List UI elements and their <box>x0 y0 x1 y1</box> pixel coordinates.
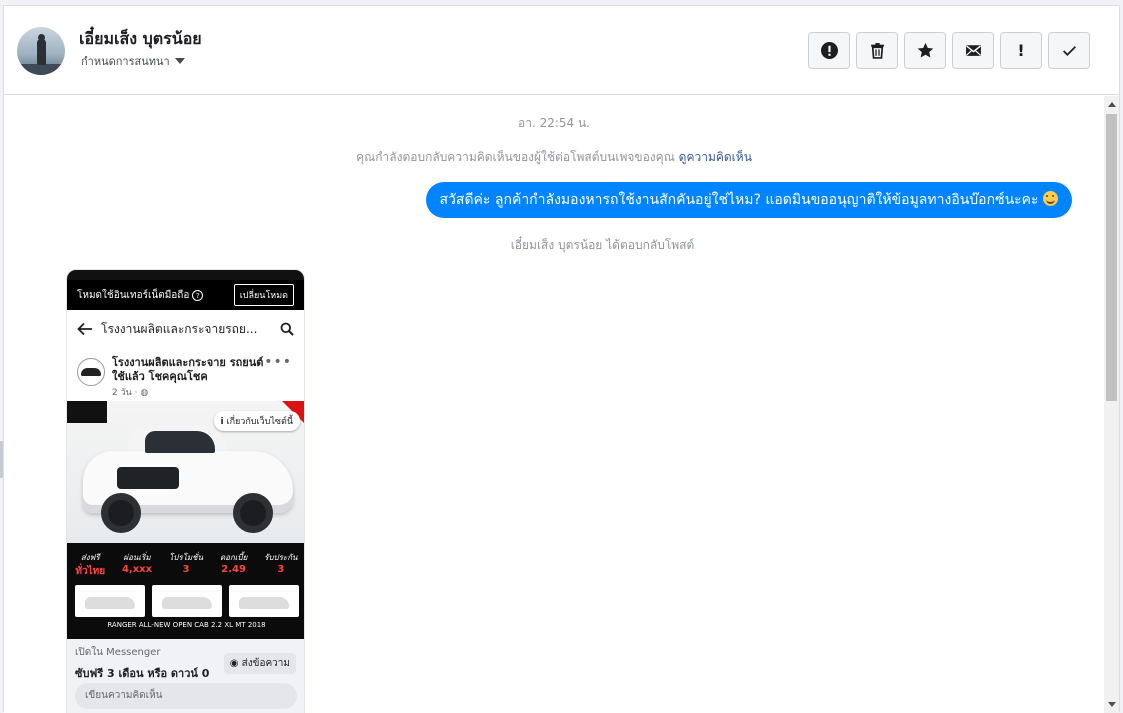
messenger-icon: ◉ <box>229 658 239 669</box>
page-name: โรงงานผลิตและกระจาย รถยนต์ใช้แล้ว โชคคุณ… <box>112 356 264 383</box>
conversation-header: เอี๋ยมเส็ง บุตรน้อย กำหนดการสนทนา ! <box>4 6 1119 95</box>
toolbar: ! <box>808 32 1090 69</box>
alert-circle-icon <box>820 42 838 59</box>
more-options-icon: ••• <box>264 354 292 370</box>
message-thread[interactable]: อา. 22:54 น. คุณกำลังตอบกลับความคิดเห็นข… <box>4 96 1104 713</box>
promo-label: ผ่อนเริ่ม <box>123 553 151 562</box>
avatar[interactable] <box>17 27 65 75</box>
promo-value: 3 <box>277 564 285 575</box>
chat-scrollbar[interactable] <box>1104 96 1119 713</box>
promo-item: ดอกเบี้ย 2.49 <box>220 551 247 579</box>
conversation-options-label: กำหนดการสนทนา <box>81 55 170 68</box>
data-mode-text: โหมดใช้อินเทอร์เน็ตมือถือ <box>77 289 190 301</box>
page-logo <box>77 358 105 386</box>
post-meta: 2 วัน · ◍ <box>112 385 148 399</box>
priority-button[interactable]: ! <box>1000 32 1042 69</box>
exclamation-icon: ! <box>1017 41 1025 60</box>
promo-value: 4,xxx <box>121 564 153 575</box>
promo-item: ส่งฟรีทั่วไทย <box>75 551 105 579</box>
promo-value: ทั่วไทย <box>75 566 106 577</box>
truck-thumbnail <box>151 585 222 617</box>
reply-context-notice: คุณกำลังตอบกลับความคิดเห็นของผู้ใช้ต่อโพ… <box>4 148 1104 167</box>
promo-row: ส่งฟรี ทั่วไทย ผ่อนเริ่ม 4,xxx โปรโมชั่น 3 … <box>67 543 304 579</box>
spam-button[interactable] <box>808 32 850 69</box>
outgoing-message-text: สวัสดีค่ะ ลูกค้ากำลังมองหารถใช้งานสักคัน… <box>439 192 1039 208</box>
conversation-options[interactable]: กำหนดการสนทนา <box>81 52 185 70</box>
pickup-truck-image <box>83 423 293 533</box>
check-icon <box>1062 46 1076 56</box>
scrollbar-thumb[interactable] <box>1106 114 1117 401</box>
mark-unread-button[interactable] <box>952 32 994 69</box>
post-footer: เปิดใน Messenger ซับฟรี 3 เดือน หรือ ดาว… <box>67 639 304 709</box>
back-arrow-icon <box>77 322 92 336</box>
send-message-label: ส่งข้อความ <box>241 658 290 669</box>
reply-context-text: คุณกำลังตอบกลับความคิดเห็นของผู้ใช้ต่อโพ… <box>356 150 675 164</box>
trash-icon <box>870 43 884 59</box>
help-icon: ? <box>192 289 204 301</box>
envelope-icon <box>965 45 981 56</box>
info-icon: i <box>220 417 224 427</box>
truck-thumbnail <box>228 585 299 617</box>
price-tag <box>67 401 107 423</box>
about-site-badge: i เกี่ยวกับเว็บไซต์นี้ <box>213 411 300 431</box>
post-reply-note: เอี๋ยมเส็ง บุตรน้อย ได้ตอบกลับโพสต์ <box>510 238 695 252</box>
model-caption: RANGER ALL-NEW OPEN CAB 2.2 XL MT 2018 <box>107 621 266 629</box>
promo-item: รับประกัน 3 <box>264 551 297 579</box>
truck-thumbnail <box>74 585 145 617</box>
post-time: 2 วัน · <box>112 388 141 398</box>
promo-banner: ส่งฟรี ทั่วไทย ผ่อนเริ่ม 4,xxx โปรโมชั่น 3 … <box>67 543 304 639</box>
contact-name[interactable]: เอี๋ยมเส็ง บุตรน้อย <box>79 27 202 52</box>
star-icon <box>917 42 933 58</box>
post-image: i เกี่ยวกับเว็บไซต์นี้ ส่งฟรีทั่วไทย ผ่อ… <box>67 401 304 639</box>
promo-item: ผ่อนเริ่ม 4,xxx <box>122 551 152 579</box>
scroll-up-arrow-icon[interactable] <box>1108 102 1116 107</box>
delete-button[interactable] <box>856 32 898 69</box>
smiling-face-icon <box>1043 191 1058 206</box>
post-nav-bar: โรงงานผลิตและกระจายรถย... <box>67 310 304 348</box>
post-nav-title: โรงงานผลิตและกระจายรถย... <box>101 321 258 336</box>
promo-value: 2.49 <box>221 564 246 575</box>
globe-icon: ◍ <box>140 388 149 398</box>
message-timestamp: อา. 22:54 น. <box>518 116 590 130</box>
promo-item: โปรโมชั่น 3 <box>169 551 203 579</box>
thumbnail-row <box>67 579 304 617</box>
send-message-button: ◉ ส่งข้อความ <box>223 653 296 674</box>
promo-label: ดอกเบี้ย <box>219 553 248 562</box>
promo-label: รับประกัน <box>264 553 298 562</box>
caret-down-icon <box>174 58 185 64</box>
promo-value: 3 <box>182 564 190 575</box>
comment-field: เขียนความคิดเห็น <box>75 683 297 709</box>
conversation-panel: เอี๋ยมเส็ง บุตรน้อย กำหนดการสนทนา ! อา. … <box>3 5 1120 713</box>
post-header: โรงงานผลิตและกระจาย รถยนต์ใช้แล้ว โชคคุณ… <box>67 348 304 401</box>
star-button[interactable] <box>904 32 946 69</box>
scroll-down-arrow-icon[interactable] <box>1108 702 1116 707</box>
outgoing-message-bubble[interactable]: สวัสดีค่ะ ลูกค้ากำลังมองหารถใช้งานสักคัน… <box>425 182 1072 218</box>
data-mode-bar: โหมดใช้อินเทอร์เน็ตมือถือ? เปลี่ยนโหมด <box>67 280 304 310</box>
search-icon <box>280 322 294 336</box>
switch-mode-button: เปลี่ยนโหมด <box>233 284 294 306</box>
shared-post-screenshot[interactable]: โหมดใช้อินเทอร์เน็ตมือถือ? เปลี่ยนโหมด โ… <box>66 269 305 713</box>
promo-label: ส่งฟรี <box>80 553 100 562</box>
phone-status-bar <box>67 270 304 280</box>
promo-label: โปรโมชั่น <box>168 553 204 562</box>
done-button[interactable] <box>1048 32 1090 69</box>
about-site-label: เกี่ยวกับเว็บไซต์นี้ <box>226 417 294 427</box>
view-comment-link[interactable]: ดูความคิดเห็น <box>679 150 752 164</box>
